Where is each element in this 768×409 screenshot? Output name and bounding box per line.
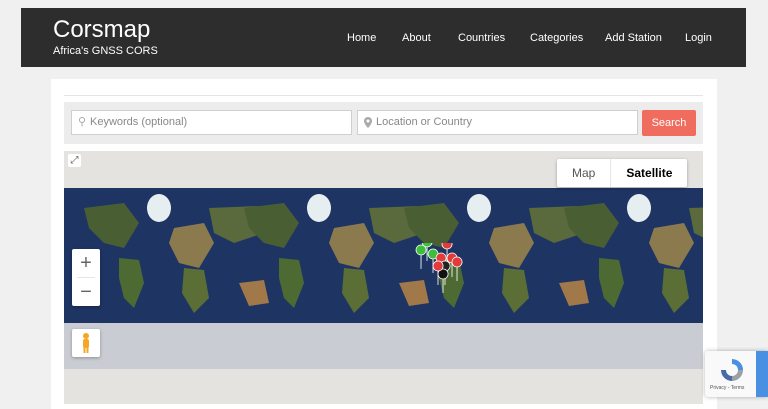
station-markers (415, 243, 463, 294)
map-type-satellite[interactable]: Satellite (610, 159, 687, 187)
nav-add-station[interactable]: Add Station (605, 32, 662, 44)
nav-categories[interactable]: Categories (530, 32, 583, 44)
recaptcha-icon (721, 359, 743, 381)
recaptcha-tab (756, 351, 768, 397)
map-type-control: Map Satellite (557, 159, 688, 187)
site-header: Corsmap Africa's GNSS CORS Home About Co… (21, 8, 746, 67)
recaptcha-links[interactable]: Privacy - Terms (710, 385, 744, 391)
zoom-control: + − (72, 249, 100, 306)
location-input[interactable]: Location or Country (357, 110, 638, 135)
nav-countries[interactable]: Countries (458, 32, 505, 44)
street-view-pegman[interactable] (72, 329, 100, 357)
nav-home[interactable]: Home (347, 32, 376, 44)
zoom-in-button[interactable]: + (72, 249, 100, 277)
keywords-input[interactable]: ⚲ Keywords (optional) (71, 110, 352, 135)
map-type-map[interactable]: Map (557, 159, 610, 187)
site-subtitle: Africa's GNSS CORS (53, 45, 158, 57)
search-button[interactable]: Search (642, 110, 696, 136)
fullscreen-button[interactable]: ⤢ (68, 154, 81, 167)
keywords-placeholder: Keywords (optional) (90, 116, 188, 128)
nav-about[interactable]: About (402, 32, 431, 44)
satellite-imagery[interactable] (64, 188, 703, 369)
search-icon: ⚲ (78, 116, 87, 128)
pegman-icon (83, 333, 89, 353)
divider (64, 95, 703, 96)
marker-cluster[interactable] (415, 243, 463, 294)
zoom-out-button[interactable]: − (72, 278, 100, 306)
site-title[interactable]: Corsmap (53, 17, 150, 43)
map-view[interactable] (64, 151, 703, 404)
location-pin-icon (364, 111, 372, 134)
nav-login[interactable]: Login (685, 32, 712, 44)
location-placeholder: Location or Country (376, 116, 472, 128)
